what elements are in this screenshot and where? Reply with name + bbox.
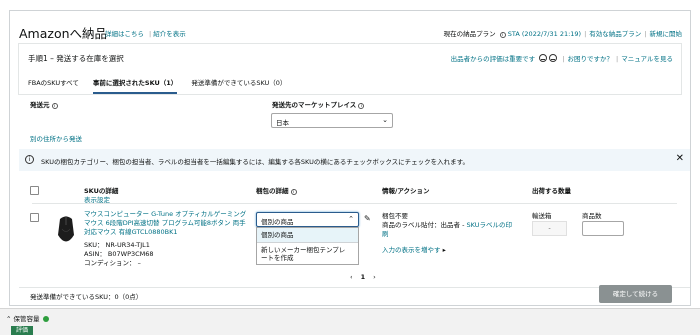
plan-label: 現在の納品プラン — [443, 30, 496, 38]
rating-tab[interactable]: 評価 — [11, 326, 33, 335]
dropdown-option-individual[interactable]: 個別の商品 — [257, 228, 358, 243]
details-link[interactable]: 詳細はこちら — [105, 30, 144, 38]
marketplace-label: 発送先のマーケットプレイス i — [272, 99, 365, 109]
product-title-line: 対応マウス 有線GTCL0880BK1 — [84, 228, 178, 236]
plan-info: 現在の納品プラン i STA (2022/7/31 21:19) | 有効な納品プラ… — [443, 30, 683, 38]
tab-ready-skus[interactable]: 発送準備ができているSKU（0） — [191, 77, 286, 94]
units-label: 商品数 — [582, 212, 602, 220]
ship-from-label: 発送元 i — [30, 99, 58, 109]
chevron-up-icon: ⌃ — [348, 215, 354, 223]
footer-divider — [19, 287, 690, 288]
valid-plans-link[interactable]: 有効な納品プラン — [589, 30, 641, 38]
info-icon: i — [290, 189, 297, 195]
col-header-info: 情報/アクション — [382, 187, 430, 195]
select-all-checkbox[interactable] — [30, 186, 39, 195]
boxes-value: - — [532, 221, 567, 236]
help-link[interactable]: お困りですか？ — [567, 55, 613, 63]
other-address-link[interactable]: 別の住所から発送 — [30, 133, 82, 143]
main-panel: Amazonへ納品 詳細はこちら | 紹介を表示 現在の納品プラン i STA (2… — [9, 10, 691, 306]
packing-dropdown-menu: 個別の商品 新しいメーカー梱包テンプレ ートを作成 — [256, 227, 359, 265]
page-header: Amazonへ納品 詳細はこちら | 紹介を表示 現在の納品プラン i STA (2… — [10, 11, 690, 41]
feedback-link[interactable]: 出品者からの評価は重要です — [451, 55, 536, 63]
info-icon: i — [358, 103, 365, 109]
more-inputs-link[interactable]: 入力の表示を増やす ▸ — [382, 244, 446, 254]
label-info-cont: 刷 — [382, 230, 389, 239]
ready-sku-count: 発送準備ができているSKU：0（0点） — [30, 293, 143, 301]
prev-page-button[interactable]: ‹ — [350, 273, 353, 281]
chevron-up-icon: ⌃ — [6, 315, 12, 323]
sku-label-print-link-cont[interactable]: 刷 — [382, 230, 389, 238]
header-links: 詳細はこちら | 紹介を表示 — [105, 30, 186, 38]
status-dot-icon — [42, 316, 49, 322]
info-icon: i — [51, 103, 58, 109]
chevron-down-icon: ⌄ — [382, 116, 388, 124]
info-icon: i — [499, 32, 506, 38]
dropdown-option-text: ートを作成 — [261, 254, 294, 262]
tab-all-skus[interactable]: FBAのSKUすべて — [28, 77, 79, 94]
more-inputs-text: 入力の表示を増やす — [382, 246, 441, 254]
sku-label-print-link[interactable]: SKUラベルの印 — [466, 221, 511, 229]
product-condition: コンディション： – — [84, 259, 141, 267]
step-title: 手順1 – 発送する在庫を選択 — [28, 54, 124, 63]
product-image — [58, 216, 74, 242]
row-checkbox[interactable] — [30, 213, 39, 222]
boxes-label: 輸送箱 — [532, 212, 552, 220]
smile-face-icon[interactable] — [539, 54, 548, 62]
marketplace-value: 日本 — [276, 119, 289, 127]
edit-pencil-icon[interactable]: ✎ — [364, 214, 371, 223]
table-divider — [32, 203, 677, 204]
triangle-right-icon: ▸ — [442, 246, 446, 254]
alert-text: SKUの梱包カテゴリー、梱包の担当者、ラベルの担当者を一括編集するには、編集する… — [41, 158, 470, 166]
product-title-line: マウス 6段階DPI高速切替 プログラム可能8ボタン 両手 — [84, 219, 246, 227]
storage-capacity-label: 保管容量 — [13, 315, 40, 323]
product-title-line: マウスコンピューター G-Tune オプティカルゲーミング — [84, 210, 247, 218]
units-input[interactable] — [582, 221, 624, 236]
confirm-continue-button[interactable]: 確定して続ける — [599, 285, 672, 303]
marketplace-text: 発送先のマーケットプレイス — [272, 101, 357, 109]
frown-face-icon[interactable] — [549, 54, 558, 62]
manual-link[interactable]: マニュアルを見る — [621, 55, 673, 63]
packing-select[interactable]: 個別の商品 ⌃ — [256, 212, 359, 227]
dropdown-option-new-template[interactable]: 新しいメーカー梱包テンプレ ートを作成 — [257, 243, 358, 265]
label-info-text: 商品のラベル貼付：出品者 - — [382, 221, 467, 229]
info-icon: i — [25, 155, 34, 164]
ship-from-text: 発送元 — [30, 101, 50, 109]
next-page-button[interactable]: › — [373, 273, 376, 281]
pagination: ‹ 1 › — [346, 273, 380, 281]
marketplace-select[interactable]: 日本 ⌄ — [271, 113, 393, 128]
col-header-packing: 梱包の詳細 i — [256, 185, 297, 195]
close-icon[interactable]: ✕ — [676, 153, 684, 164]
plan-value-link[interactable]: STA (2022/7/31 21:19) — [508, 30, 581, 38]
new-shipment-link[interactable]: 新規に開始 — [650, 30, 683, 38]
intro-link[interactable]: 紹介を表示 — [153, 30, 186, 38]
col-header-qty: 出荷する数量 — [532, 187, 571, 195]
status-bar: ⌃ 保管容量 評価 — [0, 308, 700, 335]
tab-preselected-skus[interactable]: 事前に選択されたSKU（1） — [92, 77, 178, 94]
step-section: 手順1 – 発送する在庫を選択 出品者からの評価は重要です | お困りですか？ | マ… — [18, 43, 682, 95]
product-title-link[interactable]: マウスコンピューター G-Tune オプティカルゲーミング マウス 6段階DPI… — [84, 210, 254, 237]
prep-info: 梱包不要 — [382, 212, 408, 220]
bulk-edit-alert: i SKUの梱包カテゴリー、梱包の担当者、ラベルの担当者を一括編集するには、編集… — [19, 149, 690, 171]
storage-capacity[interactable]: ⌃ 保管容量 — [6, 313, 49, 323]
packing-value: 個別の商品 — [261, 218, 294, 226]
label-info: 商品のラベル貼付：出品者 - SKUラベルの印 — [382, 221, 512, 230]
step-help-links: 出品者からの評価は重要です | お困りですか？ | マニュアルを見る — [450, 54, 673, 63]
sku-tabs: FBAのSKUすべて 事前に選択されたSKU（1） 発送準備ができているSKU（… — [28, 77, 286, 94]
current-page[interactable]: 1 — [361, 273, 366, 281]
page-title: Amazonへ納品 — [19, 26, 108, 41]
dropdown-option-text: 新しいメーカー梱包テンプレ — [261, 246, 346, 254]
col-header-packing-text: 梱包の詳細 — [256, 187, 289, 195]
